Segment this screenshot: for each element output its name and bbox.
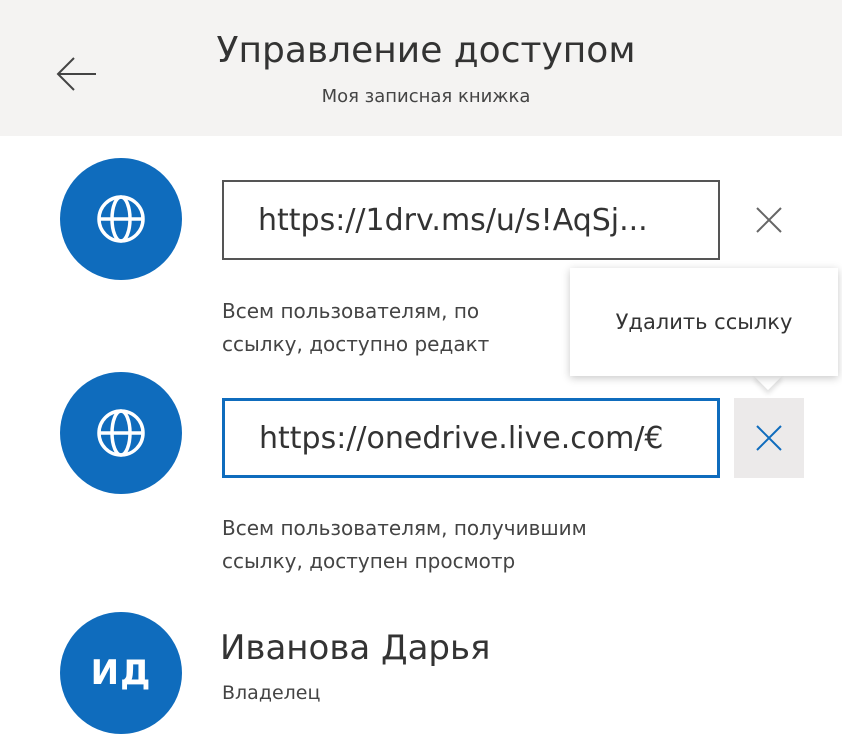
permission-line: Всем пользователям, получившим — [222, 516, 587, 540]
permission-line: ссылку, доступен просмотр — [222, 549, 516, 573]
link-permission-text-1: Всем пользователям, по ссылку, доступно … — [222, 295, 489, 361]
globe-icon — [97, 195, 145, 243]
link-permission-text-2: Всем пользователям, получившим ссылку, д… — [222, 512, 587, 578]
owner-name: Иванова Дарья — [220, 628, 491, 668]
close-icon — [756, 425, 782, 451]
page-subtitle: Моя записная книжка — [321, 86, 531, 107]
page-title: Управление доступом — [216, 30, 636, 71]
remove-link-button-1[interactable] — [734, 180, 804, 260]
tooltip-text: Удалить ссылку — [615, 310, 793, 334]
share-link-field-2[interactable] — [222, 398, 720, 478]
link-avatar-2 — [60, 372, 182, 494]
permission-line: Всем пользователям, по — [222, 299, 480, 323]
header-bar: Управление доступом Моя записная книжка — [0, 0, 842, 136]
share-link-field-1[interactable] — [222, 180, 720, 260]
owner-role: Владелец — [222, 682, 321, 704]
link-avatar-1 — [60, 158, 182, 280]
owner-avatar: ИД — [60, 612, 182, 734]
close-icon — [756, 207, 782, 233]
owner-initials: ИД — [90, 653, 152, 693]
globe-icon — [97, 409, 145, 457]
remove-link-tooltip: Удалить ссылку — [570, 268, 838, 376]
permission-line: ссылку, доступно редакт — [222, 332, 490, 356]
remove-link-button-2[interactable] — [734, 398, 804, 478]
